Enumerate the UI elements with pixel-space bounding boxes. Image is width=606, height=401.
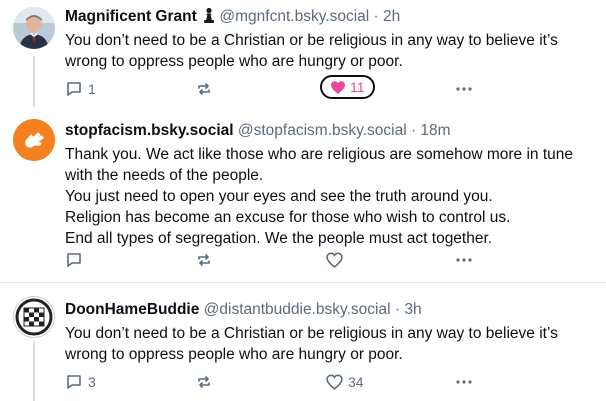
avatar[interactable] (13, 296, 55, 338)
post-header: Magnificent Grant @mgnfcnt.bsky.social ·… (65, 7, 400, 30)
hand-sign-icon (13, 119, 55, 161)
post-text: Thank you. We act like those who are rel… (65, 144, 585, 249)
post-header: DoonHameBuddie @distantbuddie.bsky.socia… (65, 300, 422, 320)
reply-count: 3 (88, 374, 96, 390)
more-options-button[interactable] (455, 249, 473, 271)
user-handle[interactable]: @distantbuddie.bsky.social (204, 301, 391, 318)
reply-button[interactable]: 3 (65, 371, 96, 393)
reply-count: 1 (88, 81, 96, 97)
reply-icon (67, 253, 81, 267)
post-text-line: You don’t need to be a Christian or be r… (65, 32, 558, 70)
repost-icon (198, 83, 210, 95)
ellipsis-icon (456, 380, 472, 384)
repost-button[interactable] (195, 249, 213, 271)
post-time[interactable]: · 2h (374, 8, 401, 25)
repost-icon (198, 254, 210, 266)
post-time[interactable]: · 3h (395, 301, 422, 318)
thread-line (33, 56, 35, 107)
club-crest-icon (15, 298, 53, 336)
reply-icon (67, 82, 81, 96)
repost-button[interactable] (195, 371, 213, 393)
repost-button[interactable] (195, 78, 213, 100)
ellipsis-icon (456, 258, 472, 262)
display-name[interactable]: Magnificent Grant (65, 8, 197, 25)
heart-icon (326, 252, 343, 268)
avatar-photo (13, 7, 55, 49)
display-name[interactable]: DoonHameBuddie (65, 301, 199, 318)
post-text-line: End all types of segregation. We the peo… (65, 230, 493, 247)
user-handle[interactable]: @mgnfcnt.bsky.social (219, 8, 369, 25)
heart-icon (326, 374, 343, 390)
like-button[interactable] (326, 249, 348, 271)
display-name[interactable]: stopfacism.bsky.social (65, 122, 234, 139)
like-count: 34 (348, 374, 364, 390)
reply-icon (67, 375, 81, 389)
chess-pawn-icon (203, 7, 215, 30)
user-handle[interactable]: @stopfacism.bsky.social (238, 122, 407, 139)
avatar[interactable] (13, 7, 55, 49)
post-text-line: You just need to open your eyes and see … (65, 188, 493, 205)
post-3[interactable]: DoonHameBuddie @distantbuddie.bsky.socia… (0, 283, 606, 401)
post-header: stopfacism.bsky.social @stopfacism.bsky.… (65, 121, 451, 141)
reply-button[interactable]: 1 (65, 78, 96, 100)
post-text-line: Thank you. We act like those who are rel… (65, 146, 574, 184)
post-2[interactable]: stopfacism.bsky.social @stopfacism.bsky.… (0, 107, 606, 282)
post-time[interactable]: · 18m (411, 122, 451, 139)
thread-line (33, 341, 35, 401)
post-actions: 1 11 (65, 75, 485, 100)
like-button[interactable]: 11 (320, 75, 375, 99)
more-options-button[interactable] (455, 371, 473, 393)
post-actions: 3 34 (65, 371, 485, 393)
more-options-button[interactable] (455, 78, 473, 100)
post-text: You don’t need to be a Christian or be r… (65, 323, 585, 365)
post-1[interactable]: Magnificent Grant @mgnfcnt.bsky.social ·… (0, 0, 606, 107)
repost-icon (198, 376, 210, 388)
like-count: 11 (350, 79, 365, 95)
reply-button[interactable] (65, 249, 88, 271)
post-text-line: You don’t need to be a Christian or be r… (65, 325, 558, 363)
ellipsis-icon (456, 87, 472, 91)
like-button[interactable]: 34 (326, 371, 364, 393)
post-text: You don’t need to be a Christian or be r… (65, 30, 585, 72)
post-text-line: Religion has become an excuse for those … (65, 209, 511, 226)
avatar[interactable] (13, 119, 55, 161)
heart-filled-icon (331, 80, 345, 94)
post-actions (65, 249, 485, 271)
